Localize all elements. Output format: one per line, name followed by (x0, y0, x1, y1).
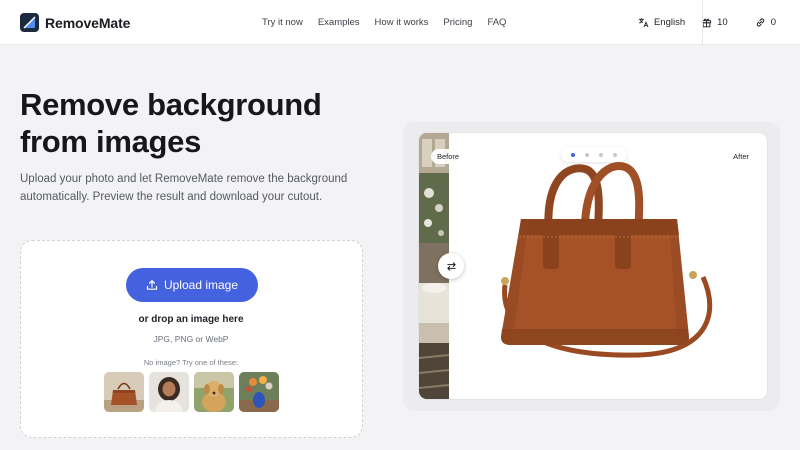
links-value: 0 (770, 17, 776, 28)
drop-text: or drop an image here (138, 314, 244, 325)
header-divider (701, 0, 703, 45)
sample-images (104, 372, 284, 412)
slide-dot-4[interactable] (613, 152, 617, 157)
brand[interactable]: RemoveMate (20, 12, 130, 33)
gift-icon (702, 18, 712, 28)
sample-dog[interactable] (194, 372, 234, 412)
nav-how-it-works[interactable]: How it works (375, 17, 429, 28)
upload-image-button[interactable]: Upload image (126, 268, 258, 302)
nav-try-it-now[interactable]: Try it now (262, 17, 303, 28)
swap-arrows-icon (446, 261, 456, 271)
credits-counter[interactable]: 10 (701, 17, 740, 28)
hero-subtitle: Upload your photo and let RemoveMate rem… (20, 173, 348, 203)
nav-pricing[interactable]: Pricing (443, 17, 472, 28)
sample-vase-flowers[interactable] (239, 372, 279, 412)
page-title: Remove background from images (20, 86, 360, 160)
compare-slider-handle[interactable] (438, 253, 464, 279)
before-after-preview[interactable]: Before After (418, 132, 768, 400)
slide-dot-2[interactable] (585, 152, 589, 157)
language-label: English (653, 17, 686, 28)
links-counter[interactable]: 0 (755, 17, 776, 28)
main-nav: Try it now Examples How it works Pricing… (262, 0, 521, 45)
sample-woman-portrait[interactable] (149, 372, 189, 412)
sample-handbag[interactable] (104, 372, 144, 412)
upload-icon (146, 280, 158, 290)
title-line-2: from images (20, 124, 202, 159)
top-header: RemoveMate Try it now Examples How it wo… (0, 0, 800, 45)
before-label: Before (431, 149, 466, 164)
try-samples-text: No image? Try one of these: (143, 358, 239, 367)
language-selector[interactable]: English (638, 17, 685, 28)
link-icon (756, 18, 764, 27)
removemate-logo-icon (20, 13, 39, 32)
slide-dot-1[interactable] (571, 152, 575, 157)
slide-dot-3[interactable] (599, 152, 603, 157)
after-image-handbag (501, 162, 713, 358)
after-label: After (727, 149, 755, 164)
nav-faq[interactable]: FAQ (487, 17, 506, 28)
nav-examples[interactable]: Examples (318, 17, 360, 28)
title-line-1: Remove background (20, 87, 322, 122)
credits-value: 10 (717, 17, 728, 28)
brand-name: RemoveMate (45, 14, 131, 31)
upload-button-label: Upload image (163, 278, 239, 292)
translate-icon (638, 18, 649, 28)
header-actions: English 10 0 (638, 0, 800, 45)
upload-dropzone[interactable]: Upload image or drop an image here JPG, … (20, 240, 363, 438)
supported-formats: JPG, PNG or WebP (153, 334, 229, 344)
